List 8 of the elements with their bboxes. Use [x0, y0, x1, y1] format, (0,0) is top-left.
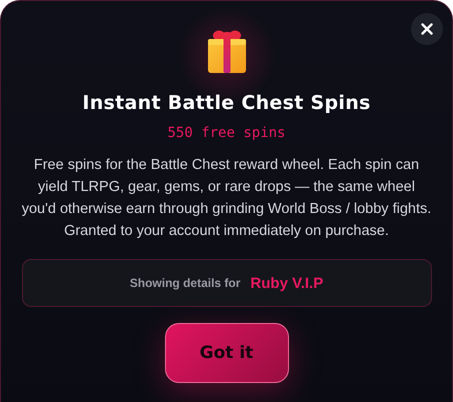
got-it-button[interactable]: Got it: [164, 323, 288, 383]
tier-name: Ruby V.I.P: [250, 274, 324, 292]
spin-count: 550 free spins: [167, 124, 286, 142]
dialog-title: Instant Battle Chest Spins: [82, 91, 371, 115]
description-text: Free spins for the Battle Chest reward wheel. Each spin can yield TLRPG, gear, gems, or rare drops — the same wheel you'd otherwise earn through grinding World Boss / lobby fights. Granted to your account immediately on purchase.: [22, 156, 432, 241]
details-label: Showing details for: [130, 276, 240, 290]
close-icon: [421, 23, 433, 35]
close-button[interactable]: [411, 13, 443, 45]
